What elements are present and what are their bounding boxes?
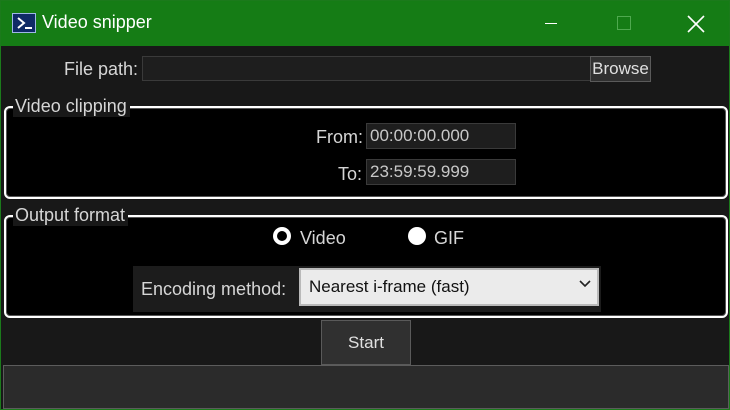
close-button[interactable] xyxy=(665,1,725,46)
status-bar xyxy=(3,365,729,409)
start-button[interactable]: Start xyxy=(321,320,411,365)
maximize-icon xyxy=(617,16,631,30)
minimize-button[interactable] xyxy=(529,1,589,46)
minimize-icon xyxy=(545,23,557,24)
file-path-label: File path: xyxy=(64,59,139,79)
gif-radio[interactable] xyxy=(408,227,426,245)
title-bar[interactable]: Video snipper xyxy=(1,1,729,46)
app-window: Video snipper File path: Browse Video cl… xyxy=(0,0,730,410)
encoding-method-label: Encoding method: xyxy=(141,279,287,299)
powershell-icon xyxy=(12,13,36,33)
maximize-button[interactable] xyxy=(595,1,655,46)
to-input[interactable]: 23:59:59.999 xyxy=(366,159,516,185)
browse-button[interactable]: Browse xyxy=(590,56,651,82)
encoding-method-value: Nearest i-frame (fast) xyxy=(309,277,470,296)
from-input[interactable]: 00:00:00.000 xyxy=(366,123,516,149)
from-label: From: xyxy=(316,127,363,147)
video-radio-label[interactable]: Video xyxy=(300,228,346,249)
output-format-legend: Output format xyxy=(13,205,129,226)
gif-radio-label[interactable]: GIF xyxy=(434,228,464,249)
video-clipping-group xyxy=(4,106,728,199)
video-clipping-legend: Video clipping xyxy=(13,96,130,117)
encoding-method-select[interactable]: Nearest i-frame (fast) xyxy=(299,268,599,306)
chevron-down-icon xyxy=(579,280,591,288)
file-path-input[interactable] xyxy=(142,56,591,81)
video-radio[interactable] xyxy=(273,227,291,245)
to-label: To: xyxy=(338,164,363,184)
close-icon xyxy=(687,15,705,33)
window-title: Video snipper xyxy=(42,12,152,32)
